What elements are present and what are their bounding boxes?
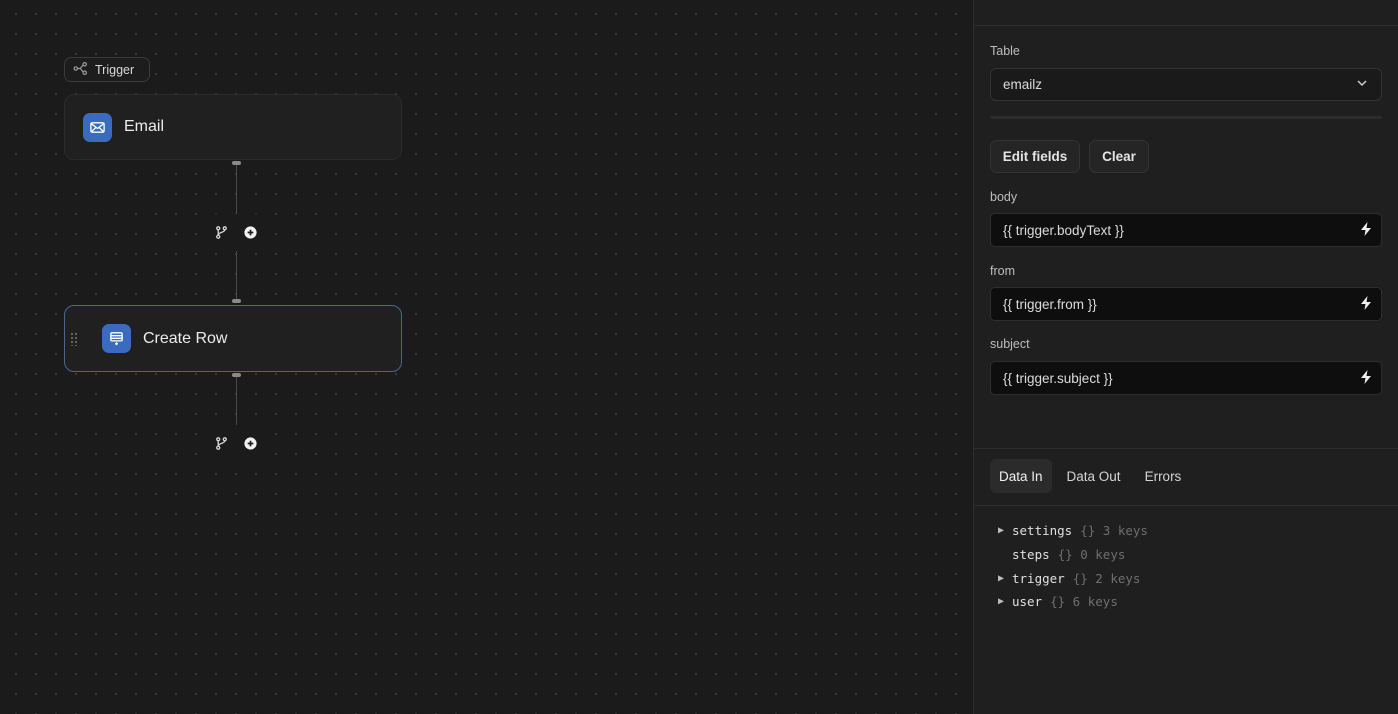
table-select-value: emailz [1003, 77, 1043, 92]
subject-field-value: {{ trigger.subject }} [1003, 370, 1113, 386]
step-title: Email [124, 118, 165, 135]
input-port[interactable] [232, 299, 241, 303]
body-field[interactable]: {{ trigger.bodyText }} [990, 213, 1382, 247]
table-select[interactable]: emailz [990, 68, 1382, 101]
table-label: Table [990, 44, 1020, 58]
step-title: Create Row [143, 329, 228, 347]
add-step-icon[interactable] [243, 436, 258, 451]
app-root: Trigger Email Create Row Table emailz Ed… [0, 0, 1398, 714]
section-divider [974, 448, 1398, 449]
tree-meta: {} 6 keys [1050, 594, 1118, 610]
tree-key: steps [1012, 547, 1050, 563]
lightning-icon[interactable] [1359, 221, 1373, 240]
chevron-down-icon [1355, 76, 1369, 93]
expand-arrow-icon[interactable]: ▶ [998, 596, 1012, 607]
connector-line [236, 377, 237, 426]
body-field-value: {{ trigger.bodyText }} [1003, 222, 1124, 238]
lightning-icon[interactable] [1359, 295, 1373, 314]
tree-row-user[interactable]: ▶ user {} 6 keys [998, 590, 1148, 614]
subject-field[interactable]: {{ trigger.subject }} [990, 361, 1382, 395]
expand-arrow-icon[interactable]: ▶ [998, 573, 1012, 584]
section-divider [990, 116, 1382, 119]
trigger-chip: Trigger [64, 57, 150, 82]
tree-meta: {} 0 keys [1057, 547, 1126, 563]
step-actions [201, 214, 271, 250]
clear-button[interactable]: Clear [1089, 140, 1149, 173]
edit-fields-button[interactable]: Edit fields [990, 140, 1080, 173]
email-step-node[interactable]: Email [64, 94, 402, 160]
tree-key: settings [1012, 523, 1073, 539]
field-label-from: from [990, 264, 1015, 278]
section-divider [974, 505, 1398, 506]
lightning-icon[interactable] [1359, 369, 1373, 388]
data-tabs: Data In Data Out Errors [990, 459, 1190, 493]
step-settings-panel: Table emailz Edit fields Clear body {{ t… [973, 0, 1398, 714]
tab-data-in[interactable]: Data In [990, 459, 1052, 493]
data-tree: ▶ settings {} 3 keys steps {} 0 keys ▶ t… [998, 519, 1148, 614]
connector-line [236, 165, 237, 215]
panel-header-strip [974, 0, 1398, 26]
expand-arrow-icon[interactable]: ▶ [998, 525, 1012, 536]
create-row-step-node[interactable]: Create Row [64, 305, 402, 372]
tree-meta: {} 3 keys [1080, 523, 1148, 539]
flow-canvas[interactable]: Trigger Email Create Row [0, 0, 973, 714]
from-field-value: {{ trigger.from }} [1003, 296, 1097, 312]
tree-meta: {} 2 keys [1072, 570, 1141, 586]
field-label-subject: subject [990, 337, 1030, 351]
branch-nodes-icon [73, 61, 88, 79]
branch-icon[interactable] [214, 225, 229, 240]
tab-errors[interactable]: Errors [1136, 459, 1191, 493]
trigger-chip-label: Trigger [95, 62, 135, 77]
connector-line [236, 251, 237, 299]
branch-icon[interactable] [214, 436, 229, 451]
tree-key: user [1012, 594, 1043, 610]
mail-icon [83, 112, 112, 142]
tree-row-trigger[interactable]: ▶ trigger {} 2 keys [998, 566, 1148, 590]
drag-handle-icon[interactable] [70, 332, 78, 346]
add-step-icon[interactable] [243, 225, 258, 240]
table-row-icon [102, 324, 131, 353]
tab-data-out[interactable]: Data Out [1058, 459, 1130, 493]
tree-key: trigger [1012, 570, 1065, 586]
from-field[interactable]: {{ trigger.from }} [990, 287, 1382, 321]
tree-row-steps[interactable]: steps {} 0 keys [998, 543, 1148, 567]
field-label-body: body [990, 190, 1018, 204]
step-actions [201, 425, 271, 461]
tree-row-settings[interactable]: ▶ settings {} 3 keys [998, 519, 1148, 543]
